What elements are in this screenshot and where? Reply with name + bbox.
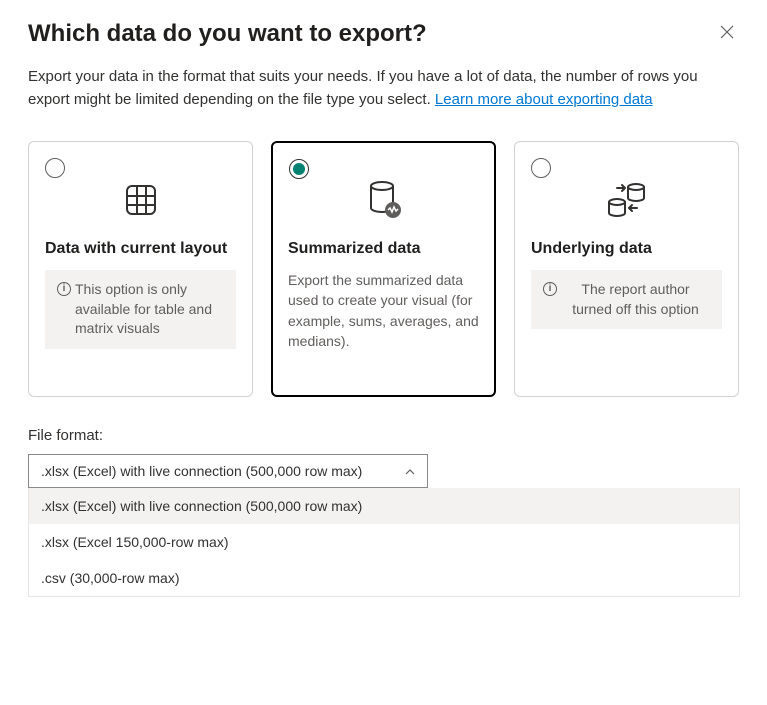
learn-more-link[interactable]: Learn more about exporting data bbox=[435, 91, 653, 108]
option-card-current-layout[interactable]: Data with current layout i This option i… bbox=[28, 141, 253, 397]
option-card-summarized[interactable]: Summarized data Export the summarized da… bbox=[271, 141, 496, 397]
info-icon: i bbox=[543, 282, 557, 296]
dialog-title: Which data do you want to export? bbox=[28, 20, 739, 48]
database-swap-icon bbox=[531, 170, 722, 230]
file-format-dropdown: .xlsx (Excel) with live connection (500,… bbox=[28, 488, 740, 597]
file-format-select[interactable]: .xlsx (Excel) with live connection (500,… bbox=[28, 454, 428, 488]
option-note-text-underlying: The report author turned off this option bbox=[561, 280, 710, 319]
export-options-row: Data with current layout i This option i… bbox=[28, 141, 739, 397]
database-icon bbox=[288, 170, 479, 230]
dropdown-option-csv[interactable]: .csv (30,000-row max) bbox=[29, 560, 739, 596]
radio-underlying[interactable] bbox=[531, 158, 551, 178]
option-title-current-layout: Data with current layout bbox=[45, 240, 236, 258]
chevron-up-icon bbox=[405, 464, 415, 478]
option-title-summarized: Summarized data bbox=[288, 240, 479, 258]
dialog-description: Export your data in the format that suit… bbox=[28, 66, 728, 111]
radio-summarized[interactable] bbox=[289, 159, 309, 179]
radio-current-layout[interactable] bbox=[45, 158, 65, 178]
dropdown-option-xlsx-live[interactable]: .xlsx (Excel) with live connection (500,… bbox=[29, 488, 739, 524]
option-note-text-current-layout: This option is only available for table … bbox=[75, 280, 224, 339]
close-button[interactable] bbox=[715, 20, 739, 44]
info-icon: i bbox=[57, 282, 71, 296]
option-note-underlying: i The report author turned off this opti… bbox=[531, 270, 722, 329]
file-format-label: File format: bbox=[28, 427, 739, 444]
option-description-summarized: Export the summarized data used to creat… bbox=[288, 270, 479, 351]
option-card-underlying[interactable]: Underlying data i The report author turn… bbox=[514, 141, 739, 397]
close-icon bbox=[720, 25, 734, 39]
option-title-underlying: Underlying data bbox=[531, 240, 722, 258]
file-format-selected-value: .xlsx (Excel) with live connection (500,… bbox=[41, 463, 362, 479]
dropdown-option-xlsx[interactable]: .xlsx (Excel 150,000-row max) bbox=[29, 524, 739, 560]
option-note-current-layout: i This option is only available for tabl… bbox=[45, 270, 236, 349]
table-layout-icon bbox=[45, 170, 236, 230]
